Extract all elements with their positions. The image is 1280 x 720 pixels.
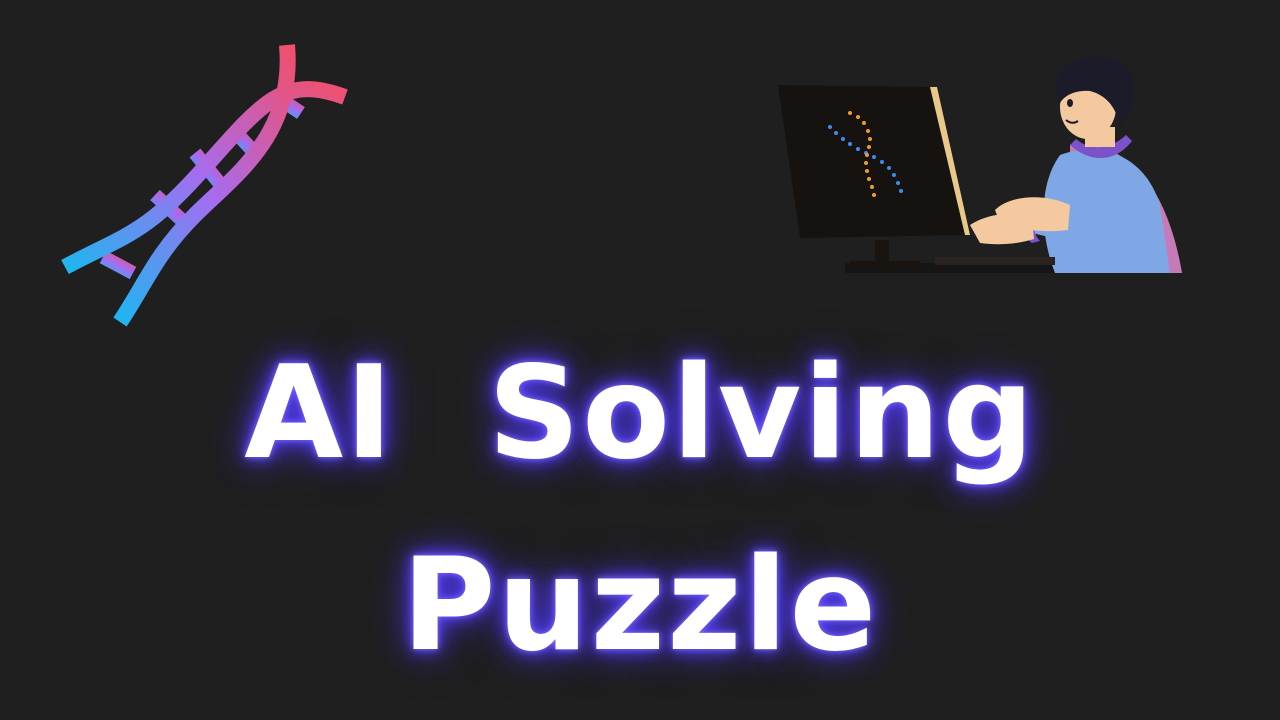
headline-line-2: Puzzle	[401, 531, 879, 680]
headline-line-1: AI Solving	[244, 339, 1036, 488]
person-at-computer-illustration	[778, 56, 1182, 273]
dna-helix-icon	[61, 44, 348, 327]
thumbnail-canvas: AI Solving Puzzle	[0, 0, 1280, 720]
headline: AI Solving Puzzle	[0, 318, 1280, 702]
